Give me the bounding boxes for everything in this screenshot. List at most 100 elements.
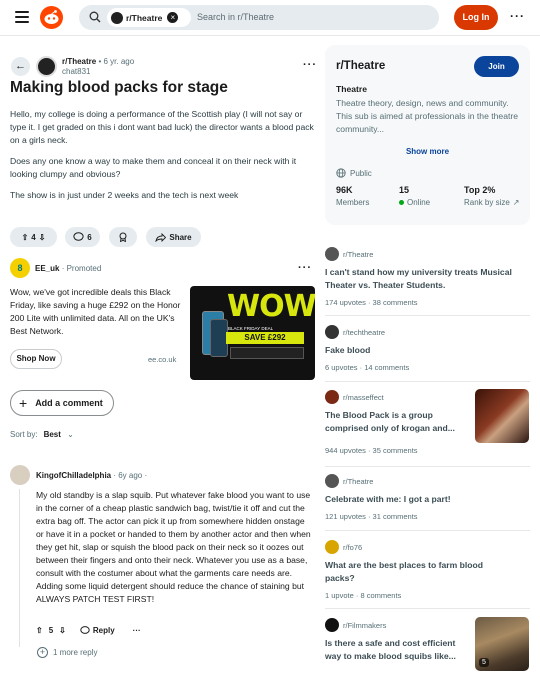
related-post[interactable]: r/Filmmakers Is there a safe and cost ef… xyxy=(325,617,530,673)
subreddit-avatar[interactable] xyxy=(36,56,57,77)
ad-text[interactable]: Wow, we've got incredible deals this Bla… xyxy=(10,286,182,338)
top-bar: r/Theatre × Search in r/Theatre Log In ·… xyxy=(0,0,540,36)
search-chip-label: r/Theatre xyxy=(126,12,163,23)
divider xyxy=(325,315,530,316)
subreddit-avatar xyxy=(111,11,123,24)
related-subreddit-label: r/fo76 xyxy=(343,542,363,552)
comments-button[interactable]: 6 xyxy=(65,227,100,247)
reply-button[interactable]: Reply xyxy=(80,626,115,635)
share-button[interactable]: Share xyxy=(146,227,201,247)
reddit-logo[interactable] xyxy=(40,6,63,29)
downvote-icon[interactable]: ⇩ xyxy=(39,233,46,242)
related-post[interactable]: r/Theatre I can't stand how my universit… xyxy=(325,247,530,316)
online-row: Online xyxy=(399,198,430,207)
close-icon[interactable]: × xyxy=(167,12,179,23)
post-author[interactable]: chat831 xyxy=(62,67,90,76)
rank-label: Rank by size xyxy=(464,198,510,207)
online-value: 15 xyxy=(399,185,410,195)
search-scope-chip[interactable]: r/Theatre × xyxy=(107,8,191,27)
show-more-button[interactable]: Show more xyxy=(325,147,530,156)
comment-author[interactable]: KingofChilladelphia xyxy=(36,471,111,480)
related-stats: 6 upvotes · 14 comments xyxy=(325,363,410,372)
subreddit-avatar xyxy=(325,247,339,261)
members-label: Members xyxy=(336,198,370,207)
share-icon xyxy=(155,232,167,242)
related-title: Celebrate with me: I got a part! xyxy=(325,494,451,504)
share-label: Share xyxy=(169,232,192,242)
subreddit-avatar xyxy=(325,390,339,404)
related-subreddit: r/Filmmakers xyxy=(325,618,386,632)
comment-icon xyxy=(80,626,90,634)
comment-count: 6 xyxy=(87,232,92,242)
related-thumbnail[interactable]: 5 xyxy=(475,617,529,671)
sort-control[interactable]: Sort by: Best ⌄ xyxy=(10,430,74,439)
related-post[interactable]: r/fo76 What are the best places to farm … xyxy=(325,540,530,609)
related-subreddit-label: r/masseffect xyxy=(343,392,384,402)
ad-headline: WOW xyxy=(227,289,315,324)
related-thumbnail[interactable] xyxy=(475,389,529,443)
thread-line[interactable] xyxy=(19,489,20,647)
back-button[interactable]: ← xyxy=(11,57,30,76)
community-description: Theatre theory, design, news and communi… xyxy=(336,98,518,134)
upvote-icon[interactable]: ⇧ xyxy=(36,626,43,635)
downvote-icon[interactable]: ⇩ xyxy=(59,626,66,635)
search-bar[interactable]: r/Theatre × Search in r/Theatre xyxy=(79,5,439,30)
visibility-row: Public xyxy=(336,168,372,178)
comment-options-icon[interactable]: ··· xyxy=(133,626,141,635)
post-body: Hello, my college is doing a performance… xyxy=(10,108,316,210)
globe-icon xyxy=(336,168,346,178)
menu-icon[interactable] xyxy=(15,11,29,23)
add-comment-button[interactable]: + Add a comment xyxy=(10,390,114,416)
online-stat: 15 Online xyxy=(399,185,430,207)
search-icon xyxy=(89,11,101,23)
sort-label: Sort by: xyxy=(10,430,38,439)
post-options-icon[interactable]: ··· xyxy=(303,59,317,71)
more-options-icon[interactable]: ··· xyxy=(510,9,525,23)
divider xyxy=(325,608,530,609)
ad-domain[interactable]: ee.co.uk xyxy=(148,355,176,364)
award-button[interactable] xyxy=(109,227,137,247)
related-title: Fake blood xyxy=(325,345,371,355)
more-replies-link[interactable]: + 1 more reply xyxy=(37,647,97,658)
related-subreddit: r/fo76 xyxy=(325,540,362,554)
related-subreddit: r/Theatre xyxy=(325,474,373,488)
related-title: I can't stand how my university treats M… xyxy=(325,267,512,290)
avatar[interactable] xyxy=(10,465,30,485)
rank-value: Top 2% xyxy=(464,185,496,195)
related-post[interactable]: r/Theatre Celebrate with me: I got a par… xyxy=(325,474,530,531)
community-name: Theatre xyxy=(336,84,368,94)
online-dot-icon xyxy=(399,200,404,205)
community-title[interactable]: r/Theatre xyxy=(336,60,385,72)
comment-meta: KingofChilladelphia · 6y ago · xyxy=(36,471,147,480)
sort-value[interactable]: Best xyxy=(44,430,61,439)
advertiser-name[interactable]: EE_uk xyxy=(35,264,59,273)
award-icon xyxy=(119,232,127,242)
comment-body: My old standby is a slap squib. Put what… xyxy=(36,490,311,604)
related-stats: 1 upvote · 8 comments xyxy=(325,591,402,600)
ad-meta: EE_uk · Promoted xyxy=(35,264,101,273)
ad-options-icon[interactable]: ··· xyxy=(298,262,312,274)
related-post[interactable]: r/masseffect The Blood Pack is a group c… xyxy=(325,389,530,467)
search-input[interactable]: Search in r/Theatre xyxy=(197,12,274,22)
related-post[interactable]: r/techtheatre Fake blood 6 upvotes · 14 … xyxy=(325,325,530,382)
login-button[interactable]: Log In xyxy=(454,5,498,30)
related-subreddit: r/techtheatre xyxy=(325,325,385,339)
plus-icon: + xyxy=(19,395,28,411)
related-stats: 944 upvotes · 35 comments xyxy=(325,446,418,455)
shop-now-button[interactable]: Shop Now xyxy=(10,349,62,369)
members-stat: 96K Members xyxy=(336,185,369,207)
related-title: The Blood Pack is a group comprised only… xyxy=(325,410,455,433)
ad-image[interactable]: WOW BLACK FRIDAY DEAL SAVE £292 xyxy=(190,286,315,380)
related-subreddit: r/masseffect xyxy=(325,390,384,404)
join-button[interactable]: Join xyxy=(474,56,519,77)
subreddit-link[interactable]: r/Theatre xyxy=(62,57,96,66)
advertiser-logo[interactable]: 8 xyxy=(10,258,30,278)
related-title: What are the best places to farm blood p… xyxy=(325,560,484,583)
rank-row[interactable]: Rank by size ↗ xyxy=(464,198,520,207)
upvote-icon[interactable]: ⇧ xyxy=(22,233,29,242)
comment-icon xyxy=(73,232,84,241)
ad-offer: SAVE £292 xyxy=(226,332,304,344)
ad-subline: BLACK FRIDAY DEAL xyxy=(228,326,274,331)
add-comment-label: Add a comment xyxy=(35,398,103,408)
related-subreddit: r/Theatre xyxy=(325,247,373,261)
